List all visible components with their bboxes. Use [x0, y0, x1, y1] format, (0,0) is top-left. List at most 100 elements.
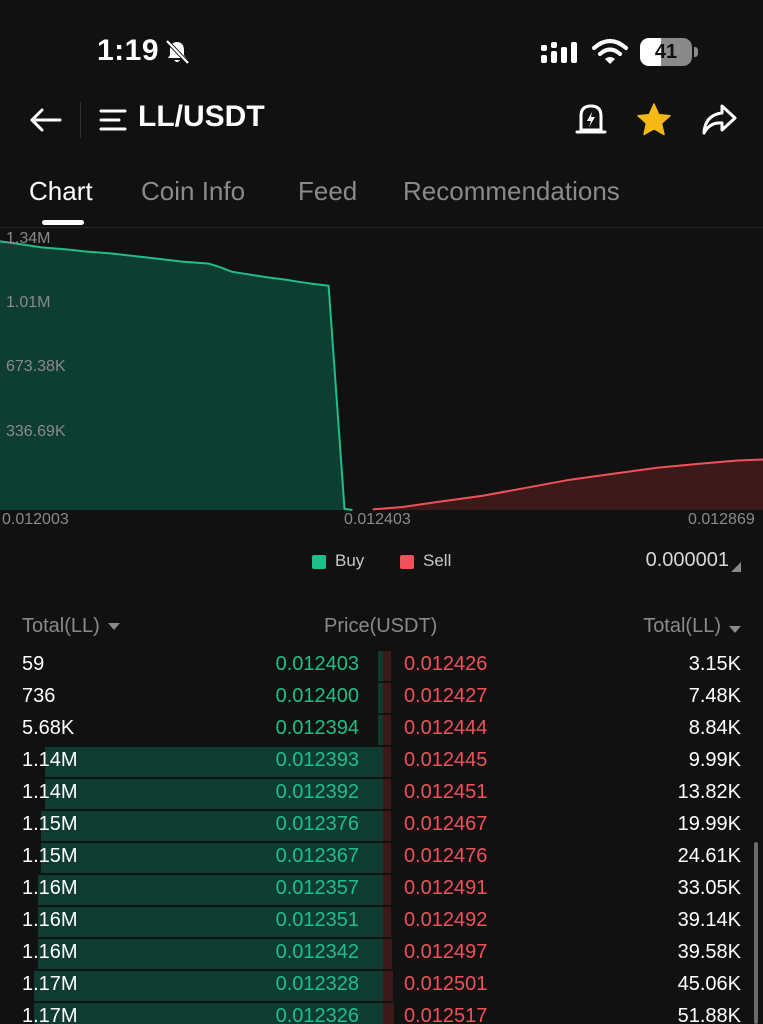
ask-total: 9.99K — [688, 749, 741, 771]
status-time: 1:19 — [97, 34, 160, 67]
bid-price: 0.012392 — [275, 781, 359, 803]
bid-price: 0.012393 — [275, 749, 359, 771]
pair-title[interactable]: LL/USDT — [138, 100, 265, 134]
bid-total: 1.14M — [22, 781, 78, 803]
share-icon[interactable] — [700, 102, 738, 138]
bid-total: 1.15M — [22, 845, 78, 867]
ask-total: 3.15K — [688, 653, 741, 675]
order-book-row[interactable]: 1.17M 0.012328 0.012501 45.06K — [0, 970, 763, 1002]
bid-total: 1.16M — [22, 941, 78, 963]
battery-percent: 41 — [654, 41, 678, 63]
buy-legend-swatch — [312, 555, 326, 569]
order-book-row[interactable]: 1.17M 0.012326 0.012517 51.88K — [0, 1002, 763, 1024]
order-book-row[interactable]: 1.16M 0.012342 0.012497 39.58K — [0, 938, 763, 970]
y-tick-label: 336.69K — [6, 423, 66, 440]
ask-depth-bar — [383, 651, 391, 681]
chart-legend: Buy Sell 0.000001 — [0, 545, 763, 581]
depth-chart-canvas[interactable] — [0, 228, 763, 533]
order-book-row[interactable]: 5.68K 0.012394 0.012444 8.84K — [0, 714, 763, 746]
ask-price: 0.012476 — [404, 845, 488, 867]
bid-total: 5.68K — [22, 717, 75, 739]
depth-chart[interactable]: 1.34M 1.01M 673.38K 336.69K 0.012003 0.0… — [0, 228, 763, 533]
ask-depth-bar — [383, 811, 391, 841]
ask-depth-bar — [383, 683, 391, 713]
order-book-row[interactable]: 1.14M 0.012393 0.012445 9.99K — [0, 746, 763, 778]
ask-total: 51.88K — [677, 1005, 741, 1024]
ask-price: 0.012427 — [404, 685, 488, 707]
tab-chart[interactable]: Chart — [29, 176, 93, 207]
ask-depth-bar — [383, 971, 393, 1001]
scrollbar[interactable] — [754, 842, 758, 1024]
bid-total: 736 — [22, 685, 56, 707]
tab-coin-info[interactable]: Coin Info — [141, 176, 245, 207]
ask-total: 8.84K — [688, 717, 741, 739]
price-alert-icon[interactable] — [574, 102, 608, 138]
order-book-row[interactable]: 59 0.012403 0.012426 3.15K — [0, 650, 763, 682]
bid-price: 0.012394 — [275, 717, 359, 739]
ask-total: 45.06K — [677, 973, 741, 995]
ask-total-header[interactable]: Total(LL) — [643, 615, 741, 638]
bid-total: 1.16M — [22, 909, 78, 931]
favorite-star-icon[interactable] — [636, 102, 672, 138]
sell-legend-swatch — [400, 555, 414, 569]
order-book-row[interactable]: 1.15M 0.012367 0.012476 24.61K — [0, 842, 763, 874]
ask-price: 0.012467 — [404, 813, 488, 835]
bid-total: 1.17M — [22, 1005, 78, 1024]
order-book-row[interactable]: 1.14M 0.012392 0.012451 13.82K — [0, 778, 763, 810]
tab-recommendations[interactable]: Recommendations — [403, 176, 620, 207]
precision-caret-icon[interactable] — [731, 562, 741, 572]
buy-legend-label: Buy — [335, 551, 365, 570]
order-book-row[interactable]: 1.16M 0.012357 0.012491 33.05K — [0, 874, 763, 906]
sell-legend-label: Sell — [423, 551, 452, 570]
bid-price: 0.012403 — [275, 653, 359, 675]
ask-depth-bar — [383, 843, 391, 873]
bid-price: 0.012326 — [275, 1005, 359, 1024]
order-book-row[interactable]: 1.16M 0.012351 0.012492 39.14K — [0, 906, 763, 938]
status-bar: 1:19 41 — [0, 0, 763, 100]
bid-price: 0.012367 — [275, 845, 359, 867]
ask-total: 13.82K — [677, 781, 741, 803]
ask-price: 0.012497 — [404, 941, 488, 963]
y-tick-label: 1.34M — [6, 230, 51, 247]
order-book-header: Total(LL) Price(USDT) Total(LL) — [0, 610, 763, 644]
ask-price: 0.012445 — [404, 749, 488, 771]
precision-selector[interactable]: 0.000001 — [646, 549, 729, 572]
ask-total: 7.48K — [688, 685, 741, 707]
ask-depth-bar — [383, 779, 391, 809]
wifi-icon — [592, 39, 628, 64]
bid-price: 0.012342 — [275, 941, 359, 963]
bid-total: 1.16M — [22, 877, 78, 899]
caret-down-icon[interactable] — [107, 623, 120, 631]
ask-depth-bar — [383, 715, 391, 745]
menu-lines-icon[interactable] — [99, 107, 127, 133]
tab-feed[interactable]: Feed — [298, 176, 357, 207]
ask-total: 33.05K — [677, 877, 741, 899]
bid-total: 1.15M — [22, 813, 78, 835]
order-book-row[interactable]: 736 0.012400 0.012427 7.48K — [0, 682, 763, 714]
ask-depth-bar — [383, 939, 392, 969]
caret-down-icon[interactable] — [729, 626, 741, 633]
bid-price: 0.012357 — [275, 877, 359, 899]
ask-depth-bar — [383, 747, 391, 777]
y-tick-label: 1.01M — [6, 294, 51, 311]
bid-total: 1.14M — [22, 749, 78, 771]
order-book-row[interactable]: 1.15M 0.012376 0.012467 19.99K — [0, 810, 763, 842]
ask-price: 0.012451 — [404, 781, 488, 803]
ask-depth-bar — [383, 907, 392, 937]
ask-price: 0.012444 — [404, 717, 488, 739]
bid-price: 0.012376 — [275, 813, 359, 835]
nav-header: LL/USDT — [0, 90, 763, 150]
order-book: 59 0.012403 0.012426 3.15K 736 0.012400 0.0124… — [0, 650, 763, 1024]
bid-total: 59 — [22, 653, 45, 675]
ask-total: 39.14K — [677, 909, 741, 931]
bid-total-header[interactable]: Total(LL) — [22, 615, 120, 638]
battery-indicator: 41 — [640, 38, 698, 66]
ask-total: 24.61K — [677, 845, 741, 867]
ask-price: 0.012426 — [404, 653, 488, 675]
x-tick-label: 0.012403 — [344, 511, 411, 528]
back-arrow-icon[interactable] — [28, 104, 64, 136]
bid-price: 0.012400 — [275, 685, 359, 707]
nav-divider — [80, 102, 81, 138]
active-tab-indicator — [42, 220, 84, 225]
tab-bar: Chart Coin Info Feed Recommendations — [0, 168, 763, 226]
